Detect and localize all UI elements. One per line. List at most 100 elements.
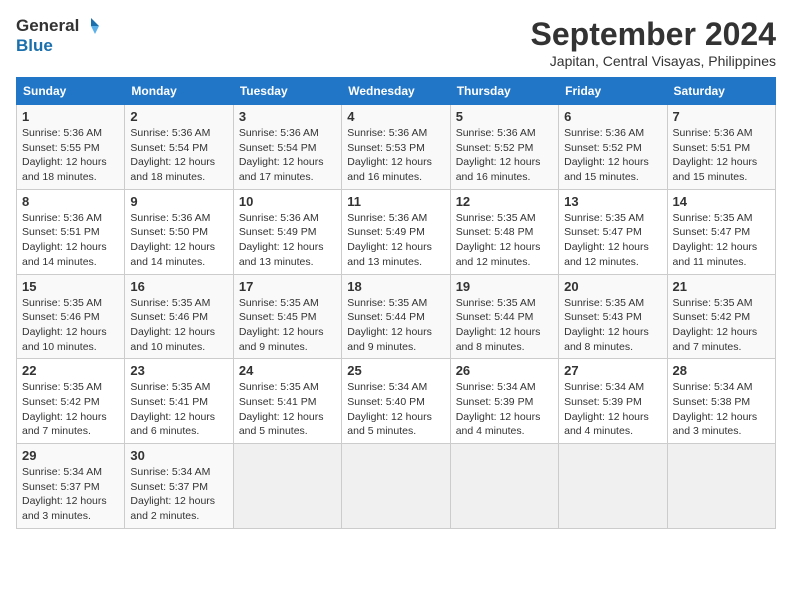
logo: General Blue: [16, 16, 101, 56]
day-number: 22: [22, 363, 119, 378]
table-row: 25 Sunrise: 5:34 AMSunset: 5:40 PMDayligh…: [342, 359, 450, 444]
day-info: Sunrise: 5:35 AMSunset: 5:44 PMDaylight:…: [347, 296, 444, 355]
table-row: [233, 444, 341, 529]
logo-general: General: [16, 16, 79, 36]
day-number: 6: [564, 109, 661, 124]
table-row: [450, 444, 558, 529]
day-number: 20: [564, 279, 661, 294]
day-number: 21: [673, 279, 770, 294]
day-info: Sunrise: 5:34 AMSunset: 5:37 PMDaylight:…: [22, 465, 119, 524]
day-info: Sunrise: 5:34 AMSunset: 5:39 PMDaylight:…: [456, 380, 553, 439]
calendar-week-row: 22 Sunrise: 5:35 AMSunset: 5:42 PMDayligh…: [17, 359, 776, 444]
day-info: Sunrise: 5:35 AMSunset: 5:47 PMDaylight:…: [564, 211, 661, 270]
table-row: 17 Sunrise: 5:35 AMSunset: 5:45 PMDayligh…: [233, 274, 341, 359]
table-row: 16Sunrise: 5:35 AMSunset: 5:46 PMDayligh…: [125, 274, 233, 359]
day-number: 30: [130, 448, 227, 463]
table-row: 11 Sunrise: 5:36 AMSunset: 5:49 PMDayligh…: [342, 189, 450, 274]
col-sunday: Sunday: [17, 78, 125, 105]
day-number: 26: [456, 363, 553, 378]
table-row: [342, 444, 450, 529]
table-row: 6 Sunrise: 5:36 AMSunset: 5:52 PMDaylight…: [559, 105, 667, 190]
day-info: Sunrise: 5:34 AMSunset: 5:38 PMDaylight:…: [673, 380, 770, 439]
day-number: 9: [130, 194, 227, 209]
day-info: Sunrise: 5:36 AMSunset: 5:52 PMDaylight:…: [564, 126, 661, 185]
table-row: 4 Sunrise: 5:36 AMSunset: 5:53 PMDaylight…: [342, 105, 450, 190]
col-tuesday: Tuesday: [233, 78, 341, 105]
day-info: Sunrise: 5:35 AMSunset: 5:42 PMDaylight:…: [673, 296, 770, 355]
day-number: 11: [347, 194, 444, 209]
table-row: 8 Sunrise: 5:36 AMSunset: 5:51 PMDaylight…: [17, 189, 125, 274]
table-row: 9 Sunrise: 5:36 AMSunset: 5:50 PMDaylight…: [125, 189, 233, 274]
table-row: 13 Sunrise: 5:35 AMSunset: 5:47 PMDayligh…: [559, 189, 667, 274]
table-row: 26 Sunrise: 5:34 AMSunset: 5:39 PMDayligh…: [450, 359, 558, 444]
day-number: 14: [673, 194, 770, 209]
table-row: 22 Sunrise: 5:35 AMSunset: 5:42 PMDayligh…: [17, 359, 125, 444]
title-block: September 2024 Japitan, Central Visayas,…: [531, 16, 776, 69]
day-info: Sunrise: 5:35 AMSunset: 5:43 PMDaylight:…: [564, 296, 661, 355]
day-number: 1: [22, 109, 119, 124]
day-info: Sunrise: 5:35 AMSunset: 5:41 PMDaylight:…: [239, 380, 336, 439]
col-friday: Friday: [559, 78, 667, 105]
day-info: Sunrise: 5:34 AMSunset: 5:37 PMDaylight:…: [130, 465, 227, 524]
day-number: 25: [347, 363, 444, 378]
day-number: 3: [239, 109, 336, 124]
day-info: Sunrise: 5:34 AMSunset: 5:40 PMDaylight:…: [347, 380, 444, 439]
day-number: 27: [564, 363, 661, 378]
day-info: Sunrise: 5:36 AMSunset: 5:49 PMDaylight:…: [239, 211, 336, 270]
day-number: 4: [347, 109, 444, 124]
table-row: [667, 444, 775, 529]
day-info: Sunrise: 5:35 AMSunset: 5:41 PMDaylight:…: [130, 380, 227, 439]
day-number: 13: [564, 194, 661, 209]
table-row: 10 Sunrise: 5:36 AMSunset: 5:49 PMDayligh…: [233, 189, 341, 274]
day-number: 23: [130, 363, 227, 378]
table-row: 23 Sunrise: 5:35 AMSunset: 5:41 PMDayligh…: [125, 359, 233, 444]
day-number: 5: [456, 109, 553, 124]
day-number: 18: [347, 279, 444, 294]
day-info: Sunrise: 5:36 AMSunset: 5:54 PMDaylight:…: [239, 126, 336, 185]
table-row: 21 Sunrise: 5:35 AMSunset: 5:42 PMDayligh…: [667, 274, 775, 359]
table-row: 14 Sunrise: 5:35 AMSunset: 5:47 PMDayligh…: [667, 189, 775, 274]
day-info: Sunrise: 5:35 AMSunset: 5:46 PMDaylight:…: [22, 296, 119, 355]
day-number: 16: [130, 279, 227, 294]
table-row: 3 Sunrise: 5:36 AMSunset: 5:54 PMDaylight…: [233, 105, 341, 190]
calendar-week-row: 8 Sunrise: 5:36 AMSunset: 5:51 PMDaylight…: [17, 189, 776, 274]
table-row: 27Sunrise: 5:34 AMSunset: 5:39 PMDayligh…: [559, 359, 667, 444]
table-row: 20 Sunrise: 5:35 AMSunset: 5:43 PMDayligh…: [559, 274, 667, 359]
day-number: 29: [22, 448, 119, 463]
day-info: Sunrise: 5:36 AMSunset: 5:50 PMDaylight:…: [130, 211, 227, 270]
day-info: Sunrise: 5:35 AMSunset: 5:44 PMDaylight:…: [456, 296, 553, 355]
calendar-table: Sunday Monday Tuesday Wednesday Thursday…: [16, 77, 776, 529]
day-info: Sunrise: 5:35 AMSunset: 5:48 PMDaylight:…: [456, 211, 553, 270]
day-info: Sunrise: 5:36 AMSunset: 5:51 PMDaylight:…: [22, 211, 119, 270]
day-number: 7: [673, 109, 770, 124]
calendar-week-row: 1Sunrise: 5:36 AMSunset: 5:55 PMDaylight…: [17, 105, 776, 190]
table-row: 7 Sunrise: 5:36 AMSunset: 5:51 PMDaylight…: [667, 105, 775, 190]
table-row: 2Sunrise: 5:36 AMSunset: 5:54 PMDaylight…: [125, 105, 233, 190]
day-info: Sunrise: 5:36 AMSunset: 5:51 PMDaylight:…: [673, 126, 770, 185]
page-title: September 2024: [531, 16, 776, 53]
day-info: Sunrise: 5:36 AMSunset: 5:53 PMDaylight:…: [347, 126, 444, 185]
table-row: 1Sunrise: 5:36 AMSunset: 5:55 PMDaylight…: [17, 105, 125, 190]
calendar-week-row: 15 Sunrise: 5:35 AMSunset: 5:46 PMDayligh…: [17, 274, 776, 359]
table-row: [559, 444, 667, 529]
day-number: 15: [22, 279, 119, 294]
day-number: 10: [239, 194, 336, 209]
table-row: 12 Sunrise: 5:35 AMSunset: 5:48 PMDayligh…: [450, 189, 558, 274]
logo-blue: Blue: [16, 36, 53, 56]
table-row: 19Sunrise: 5:35 AMSunset: 5:44 PMDayligh…: [450, 274, 558, 359]
day-info: Sunrise: 5:35 AMSunset: 5:45 PMDaylight:…: [239, 296, 336, 355]
calendar-week-row: 29 Sunrise: 5:34 AMSunset: 5:37 PMDayligh…: [17, 444, 776, 529]
day-info: Sunrise: 5:35 AMSunset: 5:47 PMDaylight:…: [673, 211, 770, 270]
day-number: 17: [239, 279, 336, 294]
day-number: 8: [22, 194, 119, 209]
table-row: 24Sunrise: 5:35 AMSunset: 5:41 PMDayligh…: [233, 359, 341, 444]
table-row: 30 Sunrise: 5:34 AMSunset: 5:37 PMDayligh…: [125, 444, 233, 529]
col-monday: Monday: [125, 78, 233, 105]
table-row: 5Sunrise: 5:36 AMSunset: 5:52 PMDaylight…: [450, 105, 558, 190]
table-row: 18 Sunrise: 5:35 AMSunset: 5:44 PMDayligh…: [342, 274, 450, 359]
day-number: 12: [456, 194, 553, 209]
day-info: Sunrise: 5:36 AMSunset: 5:49 PMDaylight:…: [347, 211, 444, 270]
day-info: Sunrise: 5:36 AMSunset: 5:54 PMDaylight:…: [130, 126, 227, 185]
day-info: Sunrise: 5:35 AMSunset: 5:42 PMDaylight:…: [22, 380, 119, 439]
col-saturday: Saturday: [667, 78, 775, 105]
